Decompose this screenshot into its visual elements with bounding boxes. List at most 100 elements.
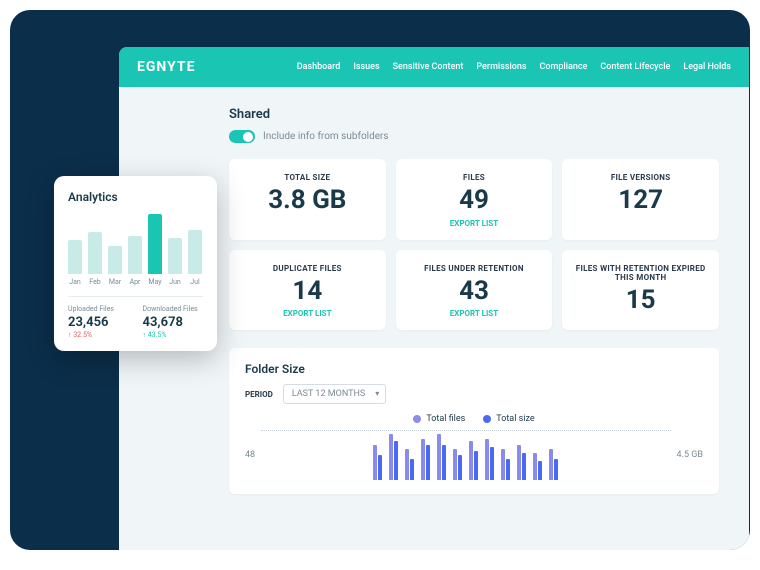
x-tick-label: Mar xyxy=(108,278,122,286)
bar-pair xyxy=(517,445,526,480)
bar-pair xyxy=(549,449,558,480)
bar-files xyxy=(501,449,505,480)
bar-size xyxy=(474,451,478,480)
bar-size xyxy=(506,459,510,480)
bar-pair xyxy=(485,439,494,481)
stat-downloaded: Downloaded Files 43,678 ↑ 43.5% xyxy=(143,305,204,339)
x-tick-label: Jul xyxy=(188,278,202,286)
bar-size xyxy=(538,461,542,480)
bar-files xyxy=(373,445,377,480)
card-label: FILES UNDER RETENTION xyxy=(404,264,545,273)
nav-sensitive-content[interactable]: Sensitive Content xyxy=(393,62,464,72)
folder-chart: 48 4.5 GB xyxy=(245,430,703,480)
card-value: 15 xyxy=(570,286,711,315)
nav-legal-holds[interactable]: Legal Holds xyxy=(683,62,731,72)
card-label: DUPLICATE FILES xyxy=(237,264,378,273)
bar-files xyxy=(469,441,473,481)
bar-files xyxy=(421,439,425,481)
period-select[interactable]: LAST 12 MONTHS xyxy=(283,384,386,404)
folder-size-panel: Folder Size PERIOD LAST 12 MONTHS Total … xyxy=(229,348,719,494)
export-list-link[interactable]: EXPORT LIST xyxy=(404,309,545,318)
subfolder-toggle[interactable] xyxy=(229,130,255,143)
legend-total-size: Total size xyxy=(483,414,534,424)
chart-bar xyxy=(68,240,82,274)
folder-bars xyxy=(261,430,670,480)
card-files-under-retention: FILES UNDER RETENTION 43 EXPORT LIST xyxy=(396,250,553,331)
brand-logo: EGNYTE xyxy=(137,59,195,75)
stat-label: Uploaded Files xyxy=(68,305,129,313)
nav-compliance[interactable]: Compliance xyxy=(540,62,588,72)
legend-label: Total size xyxy=(496,414,534,424)
bar-size xyxy=(442,445,446,480)
bar-size xyxy=(522,453,526,480)
bar-pair xyxy=(389,434,398,480)
legend-total-files: Total files xyxy=(413,414,465,424)
stat-delta: ↑ 32.5% xyxy=(68,331,129,339)
bar-size xyxy=(394,441,398,481)
bar-pair xyxy=(453,449,462,480)
period-row: PERIOD LAST 12 MONTHS xyxy=(245,384,703,404)
bar-pair xyxy=(469,441,478,481)
stat-value: 43,678 xyxy=(143,315,204,330)
stat-value: 23,456 xyxy=(68,315,129,330)
folder-title: Folder Size xyxy=(245,362,703,376)
nav-permissions[interactable]: Permissions xyxy=(476,62,526,72)
chart-bar xyxy=(128,236,142,274)
period-label: PERIOD xyxy=(245,390,273,399)
bar-files xyxy=(517,445,521,480)
x-tick-label: Feb xyxy=(88,278,102,286)
bar-files xyxy=(389,434,393,480)
y-axis-right: 4.5 GB xyxy=(677,450,703,460)
subfolder-toggle-label: Include info from subfolders xyxy=(263,131,389,142)
analytics-xaxis: JanFebMarAprMayJunJul xyxy=(68,278,203,286)
card-value: 14 xyxy=(237,277,378,306)
bar-size xyxy=(378,455,382,480)
card-retention-expired: FILES WITH RETENTION EXPIRED THIS MONTH … xyxy=(562,250,719,331)
bar-files xyxy=(549,449,553,480)
bar-files xyxy=(437,434,441,480)
stats-cards: TOTAL SIZE 3.8 GB FILES 49 EXPORT LIST F… xyxy=(229,159,719,330)
y-axis-left: 48 xyxy=(245,450,255,460)
bar-files xyxy=(485,439,489,481)
nav-dashboard[interactable]: Dashboard xyxy=(297,62,341,72)
card-value: 43 xyxy=(404,277,545,306)
chart-bar xyxy=(88,232,102,274)
chart-bar xyxy=(148,214,162,274)
card-label: FILES WITH RETENTION EXPIRED THIS MONTH xyxy=(570,264,711,282)
card-label: FILES xyxy=(404,173,545,182)
analytics-stats: Uploaded Files 23,456 ↑ 32.5% Downloaded… xyxy=(68,296,203,339)
chart-bar xyxy=(108,246,122,274)
bar-files xyxy=(453,449,457,480)
stat-uploaded: Uploaded Files 23,456 ↑ 32.5% xyxy=(68,305,129,339)
bar-size xyxy=(458,455,462,480)
analytics-title: Analytics xyxy=(68,190,203,204)
card-total-size: TOTAL SIZE 3.8 GB xyxy=(229,159,386,240)
section-title: Shared xyxy=(229,107,719,122)
analytics-card: Analytics JanFebMarAprMayJunJul Uploaded… xyxy=(54,176,217,351)
bar-size xyxy=(490,447,494,480)
card-value: 127 xyxy=(570,186,711,215)
export-list-link[interactable]: EXPORT LIST xyxy=(404,219,545,228)
nav-issues[interactable]: Issues xyxy=(353,62,379,72)
card-label: FILE VERSIONS xyxy=(570,173,711,182)
x-tick-label: Jan xyxy=(68,278,82,286)
card-label: TOTAL SIZE xyxy=(237,173,378,182)
subfolder-toggle-row: Include info from subfolders xyxy=(229,130,719,143)
stat-label: Downloaded Files xyxy=(143,305,204,313)
chart-legend: Total files Total size xyxy=(245,414,703,424)
bar-pair xyxy=(533,453,542,480)
card-value: 49 xyxy=(404,186,545,215)
app-header: EGNYTE Dashboard Issues Sensitive Conten… xyxy=(119,47,749,87)
legend-label: Total files xyxy=(426,414,465,424)
x-tick-label: Jun xyxy=(168,278,182,286)
bar-pair xyxy=(421,439,430,481)
stat-delta: ↑ 43.5% xyxy=(143,331,204,339)
dot-icon xyxy=(483,415,491,423)
nav-content-lifecycle[interactable]: Content Lifecycle xyxy=(600,62,670,72)
card-duplicate-files: DUPLICATE FILES 14 EXPORT LIST xyxy=(229,250,386,331)
x-tick-label: May xyxy=(148,278,162,286)
card-file-versions: FILE VERSIONS 127 xyxy=(562,159,719,240)
export-list-link[interactable]: EXPORT LIST xyxy=(237,309,378,318)
chart-bar xyxy=(188,230,202,274)
chart-bar xyxy=(168,238,182,274)
